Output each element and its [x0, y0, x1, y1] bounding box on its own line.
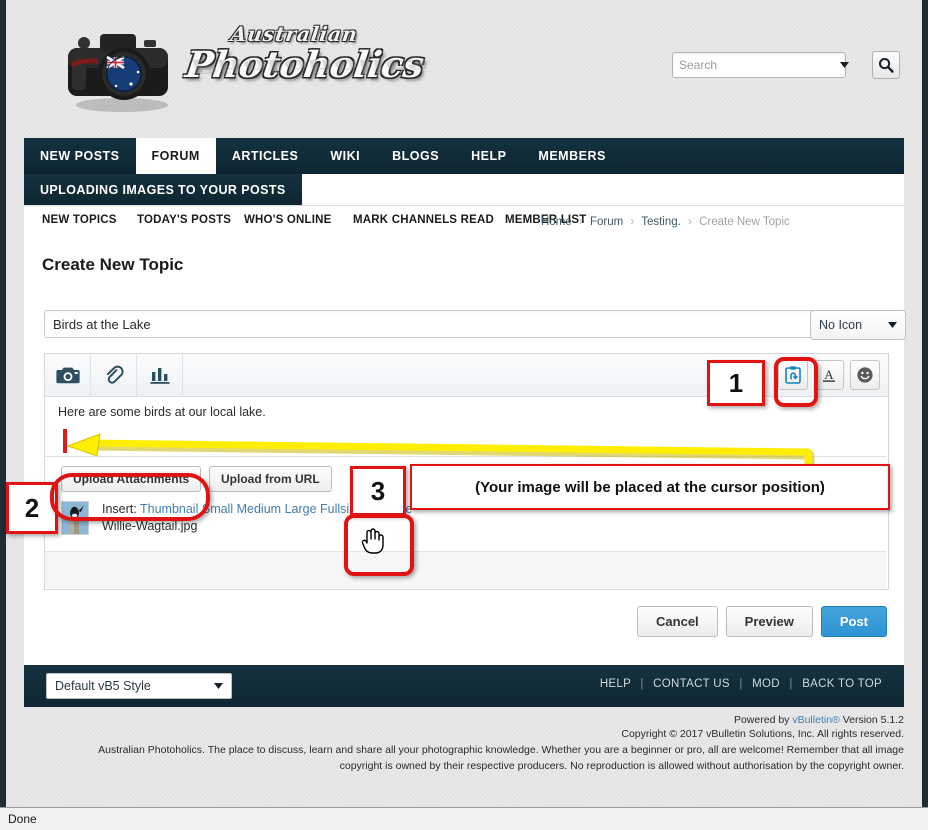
- breadcrumb-home[interactable]: Home: [541, 216, 572, 228]
- preview-button[interactable]: Preview: [725, 606, 813, 637]
- search-input[interactable]: [673, 55, 840, 75]
- page-title: Create New Topic: [42, 255, 184, 274]
- text-format-icon: A: [823, 367, 835, 382]
- editor-body[interactable]: Here are some birds at our local lake.: [45, 397, 888, 457]
- emoji-button[interactable]: [850, 360, 880, 390]
- subnav-divider: [24, 205, 904, 206]
- subnav-tab-uploading-images[interactable]: UPLOADING IMAGES TO YOUR POSTS: [24, 174, 302, 206]
- site-blurb-line-1: Australian Photoholics. The place to dis…: [98, 744, 904, 756]
- annotation-note-box: (Your image will be placed at the cursor…: [410, 464, 890, 510]
- window-edge-right: [922, 0, 928, 808]
- footer-links: HELP | CONTACT US | MOD | BACK TO TOP: [600, 678, 882, 690]
- chevron-down-icon[interactable]: [840, 54, 849, 76]
- main-navigation: NEW POSTS FORUM ARTICLES WIKI BLOGS HELP…: [24, 138, 904, 174]
- form-action-buttons: Cancel Preview Post: [637, 606, 887, 637]
- powered-by-prefix: Powered by: [733, 714, 793, 726]
- upload-from-url-button[interactable]: Upload from URL: [209, 466, 332, 492]
- search-icon: [879, 58, 894, 73]
- footer-separator-2: |: [739, 678, 743, 690]
- site-logo-wordmark: Australian Photoholics Photoholics: [183, 22, 429, 102]
- bar-chart-icon: [150, 368, 169, 384]
- footer-link-help[interactable]: HELP: [600, 678, 631, 690]
- text-cursor: [63, 429, 67, 453]
- breadcrumb-separator-2: ›: [630, 216, 635, 228]
- linkbar-item-whos-online[interactable]: WHO'S ONLINE: [244, 214, 332, 226]
- mouse-cursor-hand-icon: [361, 528, 384, 554]
- post-button[interactable]: Post: [820, 606, 887, 637]
- insert-link-button[interactable]: [91, 354, 137, 396]
- footer-separator-1: |: [640, 678, 644, 690]
- breadcrumb-current: Create New Topic: [699, 216, 790, 228]
- paperclip-icon: [106, 365, 124, 384]
- nav-item-help[interactable]: HELP: [455, 138, 522, 174]
- insert-large-link[interactable]: Large: [285, 502, 317, 516]
- annotation-ring-upload-attachments: [50, 473, 210, 521]
- nav-item-blogs[interactable]: BLOGS: [376, 138, 455, 174]
- browser-status-bar: Done: [0, 807, 928, 830]
- breadcrumb: Home › Forum › Testing. › Create New Top…: [541, 216, 790, 228]
- copyright-block: Powered by vBulletin® Version 5.1.2 Copy…: [24, 713, 904, 773]
- footer-link-mod[interactable]: MOD: [752, 678, 780, 690]
- emoji-icon: [857, 367, 873, 383]
- nav-item-members[interactable]: MEMBERS: [522, 138, 621, 174]
- page-content: NEW POSTS FORUM ARTICLES WIKI BLOGS HELP…: [24, 138, 906, 703]
- site-logo[interactable]: Australian Photoholics Photoholics: [36, 8, 429, 118]
- footer-link-contact-us[interactable]: CONTACT US: [653, 678, 730, 690]
- site-footer-bar: Default vB5 Style HELP | CONTACT US | MO…: [24, 665, 904, 707]
- secondary-linkbar: NEW TOPICS TODAY'S POSTS WHO'S ONLINE MA…: [24, 214, 904, 236]
- powered-by-suffix: Version 5.1.2: [839, 714, 904, 726]
- editor-body-text: Here are some birds at our local lake.: [58, 405, 266, 419]
- post-icon-select-value: No Icon: [819, 318, 863, 332]
- copyright-line: Copyright © 2017 vBulletin Solutions, In…: [621, 728, 904, 740]
- nav-item-articles[interactable]: ARTICLES: [216, 138, 315, 174]
- powered-by-line: Powered by vBulletin® Version 5.1.2: [24, 713, 904, 727]
- nav-item-wiki[interactable]: WIKI: [314, 138, 376, 174]
- topic-title-input[interactable]: [44, 310, 814, 338]
- footer-separator-3: |: [789, 678, 793, 690]
- status-bar-text: Done: [8, 812, 37, 826]
- linkbar-item-new-topics[interactable]: NEW TOPICS: [42, 214, 117, 226]
- logo-line-1: Australian: [229, 22, 360, 46]
- insert-image-button[interactable]: [45, 354, 91, 396]
- site-header: Australian Photoholics Photoholics: [6, 0, 922, 130]
- sub-navigation: UPLOADING IMAGES TO YOUR POSTS: [24, 174, 904, 206]
- svg-text:A: A: [824, 367, 834, 382]
- chevron-down-icon: [214, 683, 223, 689]
- insert-poll-button[interactable]: [137, 354, 183, 396]
- style-select[interactable]: Default vB5 Style: [46, 673, 232, 699]
- breadcrumb-testing[interactable]: Testing.: [641, 216, 681, 228]
- vbulletin-link[interactable]: vBulletin®: [792, 714, 839, 726]
- nav-item-new-posts[interactable]: NEW POSTS: [24, 138, 136, 174]
- annotation-ring-paste-button: [774, 357, 818, 407]
- browser-window: Australian Photoholics Photoholics NEW P…: [0, 0, 928, 830]
- editor-footer-bar: [45, 551, 886, 588]
- nav-item-forum[interactable]: FORUM: [135, 138, 216, 174]
- text-format-button[interactable]: A: [814, 360, 844, 390]
- breadcrumb-separator-3: ›: [688, 216, 692, 228]
- search-box[interactable]: [672, 52, 849, 78]
- style-select-value: Default vB5 Style: [55, 679, 151, 693]
- site-blurb-line-2: copyright is owned by their respective p…: [339, 760, 904, 772]
- chevron-down-icon: [888, 322, 897, 328]
- camera-icon: [55, 367, 80, 384]
- camera-logo-icon: [68, 34, 168, 112]
- cancel-button[interactable]: Cancel: [637, 606, 718, 637]
- post-icon-select[interactable]: No Icon: [810, 310, 906, 340]
- search-button[interactable]: [872, 51, 900, 79]
- linkbar-item-mark-channels-read[interactable]: MARK CHANNELS READ: [353, 214, 494, 226]
- annotation-step-3: 3: [350, 466, 406, 516]
- insert-medium-link[interactable]: Medium: [237, 502, 281, 516]
- footer-link-back-to-top[interactable]: BACK TO TOP: [802, 678, 882, 690]
- logo-reflection: Photoholics: [188, 54, 429, 78]
- linkbar-item-todays-posts[interactable]: TODAY'S POSTS: [137, 214, 231, 226]
- annotation-step-1: 1: [707, 360, 765, 406]
- breadcrumb-separator-1: ›: [578, 216, 583, 228]
- breadcrumb-forum[interactable]: Forum: [590, 216, 623, 228]
